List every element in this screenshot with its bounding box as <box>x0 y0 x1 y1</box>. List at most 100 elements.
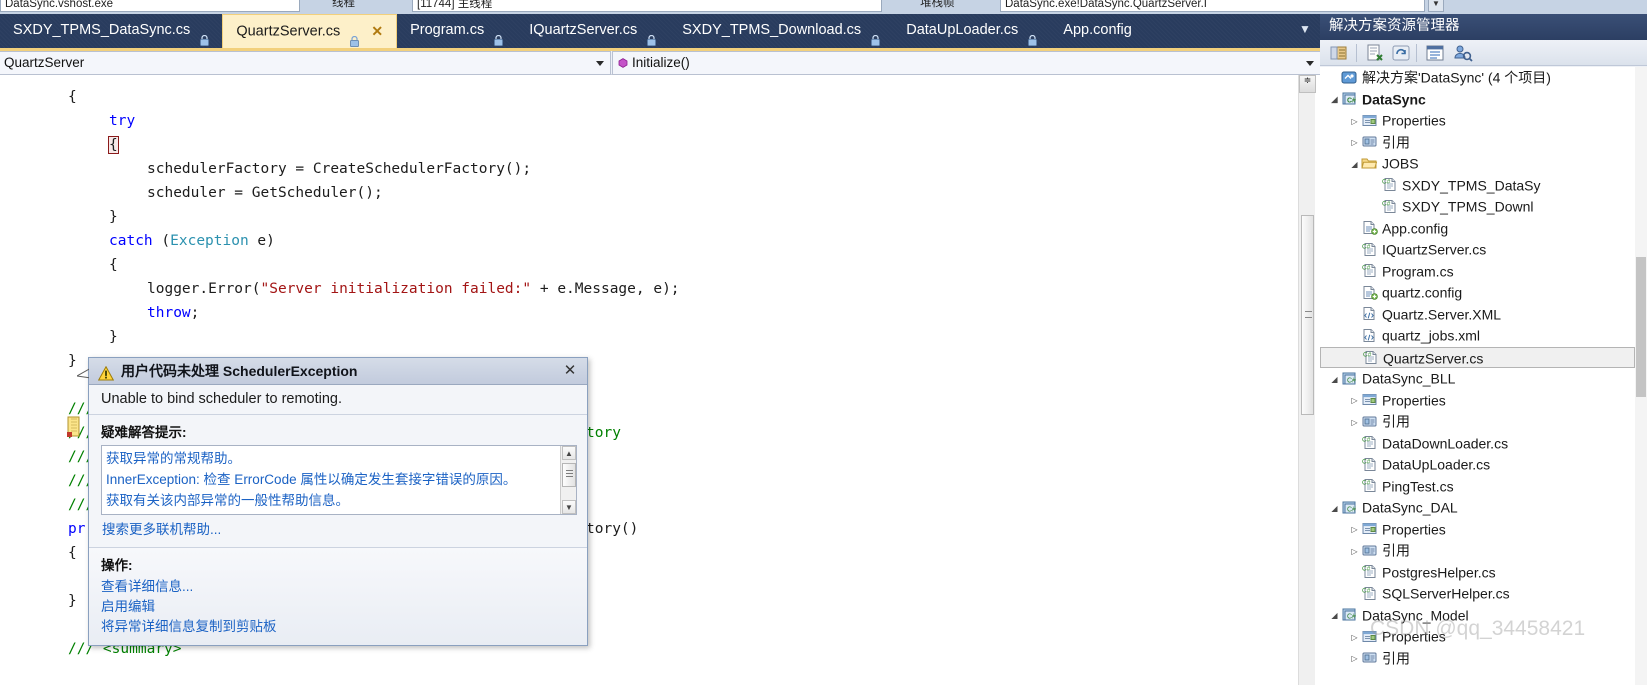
tree-item[interactable]: ◢ C# DataSync_DAL <box>1320 497 1635 519</box>
svg-text:C#: C# <box>1347 377 1356 384</box>
tree-item[interactable]: C# DataDownLoader.cs <box>1320 433 1635 455</box>
tab-sxdy-tpms-datasync[interactable]: SXDY_TPMS_DataSync.cs <box>0 14 222 48</box>
tree-item-label: Program.cs <box>1382 263 1454 280</box>
tree-item[interactable]: ◢ C# DataSync <box>1320 89 1635 111</box>
tab-label: IQuartzServer.cs <box>529 22 638 38</box>
tree-item[interactable]: C# Program.cs <box>1320 261 1635 283</box>
collapse-twisty-icon[interactable]: ◢ <box>1328 498 1341 520</box>
pending-changes-icon[interactable] <box>1452 43 1474 63</box>
code-token: e) <box>248 233 275 249</box>
tree-item[interactable]: ◢ JOBS <box>1320 153 1635 175</box>
tab-quartzserver[interactable]: QuartzServer.cs ✕ <box>222 14 398 48</box>
toolbar-overflow-icon[interactable]: ▼ <box>1428 0 1444 12</box>
tab-program[interactable]: Program.cs <box>397 14 516 48</box>
tree-item[interactable]: C# SXDY_TPMS_Downl <box>1320 196 1635 218</box>
tree-item[interactable]: ▷ 引用 <box>1320 411 1635 433</box>
tree-item[interactable]: quartz.config <box>1320 282 1635 304</box>
tree-item[interactable]: ▷ Properties <box>1320 110 1635 132</box>
tree-item[interactable]: C# PingTest.cs <box>1320 476 1635 498</box>
editor-vertical-scrollbar[interactable]: ≑ <box>1298 75 1316 685</box>
exception-helper-dialog[interactable]: 用户代码未处理 SchedulerException ✕ Unable to b… <box>75 357 588 646</box>
tree-item-label: QuartzServer.cs <box>1383 350 1484 367</box>
tab-iquartzserver[interactable]: IQuartzServer.cs <box>516 14 669 48</box>
collapse-twisty-icon[interactable]: ◢ <box>1328 89 1341 111</box>
action-copy-exception-detail[interactable]: 将异常详细信息复制到剪贴板 <box>101 617 577 637</box>
tree-item[interactable]: ▷ Properties <box>1320 519 1635 541</box>
expand-twisty-icon[interactable]: ▷ <box>1348 627 1361 649</box>
tree-item[interactable]: C# SQLServerHelper.cs <box>1320 583 1635 605</box>
show-all-files-icon[interactable] <box>1364 43 1386 63</box>
code-token: } <box>68 593 77 609</box>
tree-item-label: SXDY_TPMS_Downl <box>1402 198 1534 215</box>
tip-link-inner-general-help[interactable]: 获取有关该内部异常的一般性帮助信息。 <box>106 490 572 511</box>
expand-twisty-icon[interactable]: ▷ <box>1348 648 1361 670</box>
close-icon[interactable]: ✕ <box>560 361 580 381</box>
tree-item[interactable]: C# PostgresHelper.cs <box>1320 562 1635 584</box>
expand-twisty-icon[interactable]: ▷ <box>1348 111 1361 133</box>
action-enable-editing[interactable]: 启用编辑 <box>101 597 577 617</box>
tree-item-label: PingTest.cs <box>1382 478 1454 495</box>
view-code-icon[interactable] <box>1424 43 1446 63</box>
stackframe-combo[interactable]: DataSync.exe!DataSync.QuartzServer.I <box>1000 0 1425 12</box>
code-line: try <box>109 109 135 133</box>
tip-link-inner-exception[interactable]: InnerException: 检查 ErrorCode 属性以确定发生套接字错… <box>106 469 572 490</box>
expand-twisty-icon[interactable]: ▷ <box>1348 132 1361 154</box>
code-token: throw <box>147 305 191 321</box>
editor-split-handle[interactable]: ≑ <box>1299 75 1316 93</box>
tree-item[interactable]: ▷ Properties <box>1320 390 1635 412</box>
scroll-thumb[interactable] <box>1636 257 1646 397</box>
close-tab-icon[interactable]: ✕ <box>371 15 383 48</box>
tree-item[interactable]: C# SXDY_TPMS_DataSy <box>1320 175 1635 197</box>
solution-explorer-scrollbar[interactable] <box>1635 67 1647 685</box>
tip-link-general-help[interactable]: 获取异常的常规帮助。 <box>106 448 572 469</box>
scroll-up-icon[interactable]: ▲ <box>562 446 576 460</box>
tree-item[interactable]: ▷ 引用 <box>1320 540 1635 562</box>
tree-item[interactable]: ▷ 引用 <box>1320 132 1635 154</box>
troubleshooting-list[interactable]: 获取异常的常规帮助。 InnerException: 检查 ErrorCode … <box>101 445 577 515</box>
tree-item[interactable]: Quartz.Server.XML <box>1320 304 1635 326</box>
member-dropdown[interactable]: Initialize() <box>612 51 1321 75</box>
expand-twisty-icon[interactable]: ▷ <box>1348 412 1361 434</box>
tree-item[interactable]: ◢ C# DataSync_BLL <box>1320 368 1635 390</box>
tree-item-label: 引用 <box>1382 413 1410 430</box>
troubleshooting-scrollbar[interactable]: ▲ ▼ <box>560 446 576 514</box>
solution-tree[interactable]: 解决方案'DataSync' (4 个项目) ◢ C# DataSync ▷ Proper… <box>1320 67 1635 685</box>
tree-item[interactable]: App.config <box>1320 218 1635 240</box>
tree-item[interactable]: ◢ C# DataSync_Model <box>1320 605 1635 627</box>
tab-app-config[interactable]: App.config <box>1050 14 1145 48</box>
action-view-details[interactable]: 查看详细信息... <box>101 577 577 597</box>
collapse-twisty-icon[interactable]: ◢ <box>1328 605 1341 627</box>
code-token: pr <box>68 521 86 537</box>
class-dropdown[interactable]: QuartzServer <box>0 51 611 75</box>
collapse-twisty-icon[interactable]: ◢ <box>1328 369 1341 391</box>
tree-item[interactable]: quartz_jobs.xml <box>1320 325 1635 347</box>
tab-sxdy-tpms-download[interactable]: SXDY_TPMS_Download.cs <box>669 14 893 48</box>
refresh-icon[interactable] <box>1390 43 1412 63</box>
code-line: tory() <box>586 521 639 537</box>
tab-datauploader[interactable]: DataUpLoader.cs <box>893 14 1050 48</box>
editor-scroll-thumb[interactable] <box>1301 215 1314 415</box>
svg-text:C#: C# <box>1362 587 1371 594</box>
code-token: try <box>109 113 136 129</box>
search-more-online-help-link[interactable]: 搜索更多联机帮助... <box>101 520 221 537</box>
scroll-down-icon[interactable]: ▼ <box>562 500 576 514</box>
tree-item[interactable]: 解决方案'DataSync' (4 个项目) <box>1320 67 1635 89</box>
expand-twisty-icon[interactable]: ▷ <box>1348 390 1361 412</box>
tree-item[interactable]: ▷ 引用 <box>1320 648 1635 670</box>
process-combo[interactable]: DataSync.vshost.exe <box>0 0 300 12</box>
code-line: { <box>68 541 77 565</box>
scroll-thumb[interactable] <box>562 463 576 487</box>
tab-overflow-icon[interactable]: ▼ <box>1294 18 1316 40</box>
thread-combo[interactable]: [11744] 主线程 <box>412 0 882 12</box>
svg-text:C#: C# <box>1347 98 1356 105</box>
expand-twisty-icon[interactable]: ▷ <box>1348 541 1361 563</box>
expand-twisty-icon[interactable]: ▷ <box>1348 519 1361 541</box>
tree-item[interactable]: C# DataUpLoader.cs <box>1320 454 1635 476</box>
tree-item[interactable]: C# IQuartzServer.cs <box>1320 239 1635 261</box>
class-dropdown-value: QuartzServer <box>4 55 85 70</box>
chevron-down-icon <box>1306 61 1314 66</box>
tree-item[interactable]: ▷ Properties <box>1320 626 1635 648</box>
collapse-twisty-icon[interactable]: ◢ <box>1348 154 1361 176</box>
properties-window-icon[interactable] <box>1328 43 1350 63</box>
tree-item-selected[interactable]: C# QuartzServer.cs <box>1320 346 1635 368</box>
